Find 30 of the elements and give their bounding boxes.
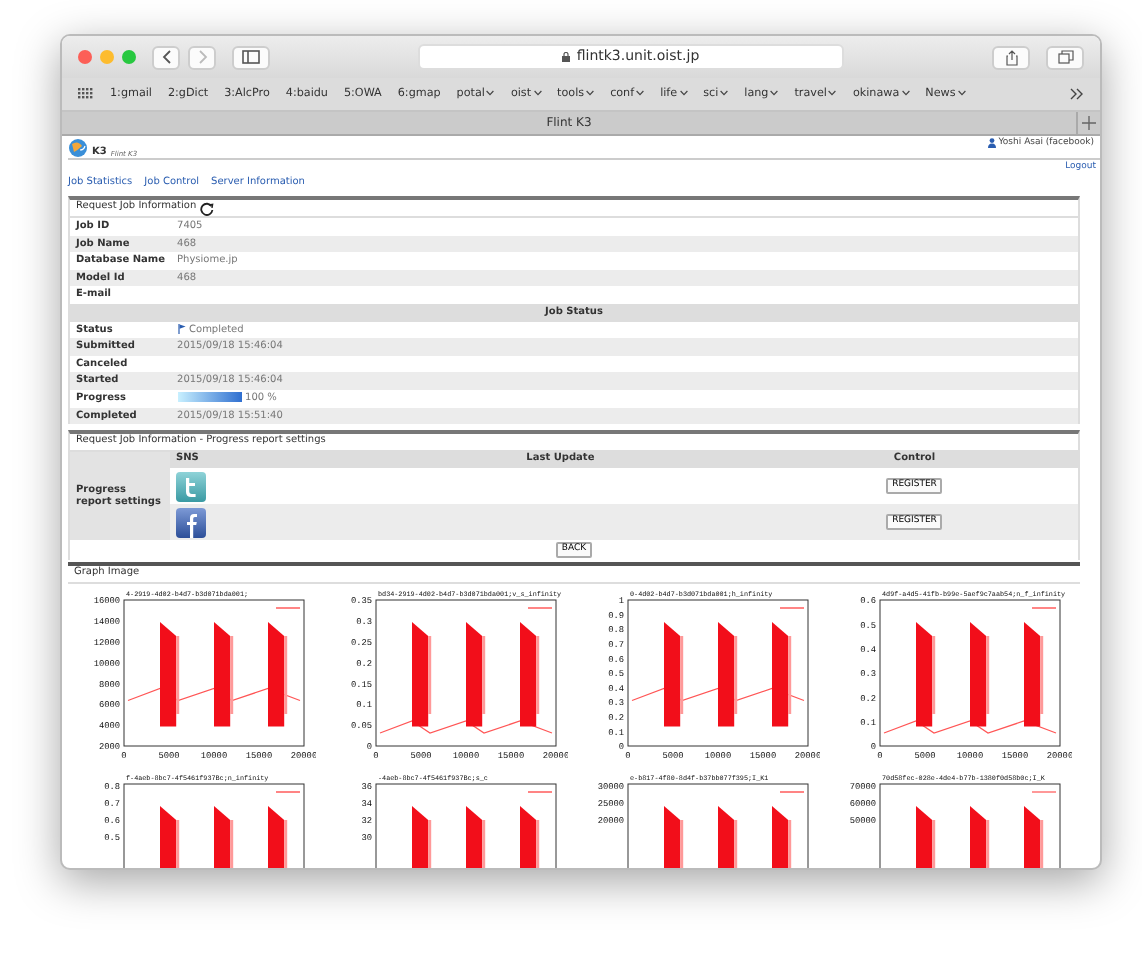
refresh-icon[interactable] xyxy=(200,201,215,215)
caret-icon xyxy=(901,90,910,97)
caret-icon xyxy=(636,90,645,97)
caret-icon xyxy=(957,90,966,97)
apps-grid-icon[interactable] xyxy=(78,88,94,100)
new-tab-button[interactable] xyxy=(1076,111,1100,135)
share-button[interactable] xyxy=(992,45,1030,69)
tabs-icon xyxy=(1057,50,1073,64)
chevron-left-icon xyxy=(161,50,171,64)
caret-icon xyxy=(770,90,779,97)
share-icon xyxy=(1005,49,1017,65)
chevron-right-icon xyxy=(197,50,207,64)
globe-icon xyxy=(68,138,88,158)
caret-icon xyxy=(828,90,837,97)
caret-icon xyxy=(486,90,495,97)
sidebar-icon xyxy=(242,50,260,64)
caret-icon xyxy=(533,90,542,97)
zoom-button[interactable] xyxy=(122,50,136,64)
caret-icon xyxy=(679,90,688,97)
caret-icon xyxy=(720,90,729,97)
user-icon xyxy=(988,138,997,148)
lock-icon xyxy=(562,52,571,62)
caret-icon xyxy=(586,90,595,97)
sidebar-button[interactable] xyxy=(232,45,270,69)
more-bookmarks-icon[interactable] xyxy=(1070,88,1084,100)
tabs-button[interactable] xyxy=(1046,45,1084,69)
flag-icon xyxy=(177,323,186,334)
back-button[interactable] xyxy=(152,45,180,69)
facebook-icon xyxy=(176,507,206,538)
close-button[interactable] xyxy=(78,50,92,64)
